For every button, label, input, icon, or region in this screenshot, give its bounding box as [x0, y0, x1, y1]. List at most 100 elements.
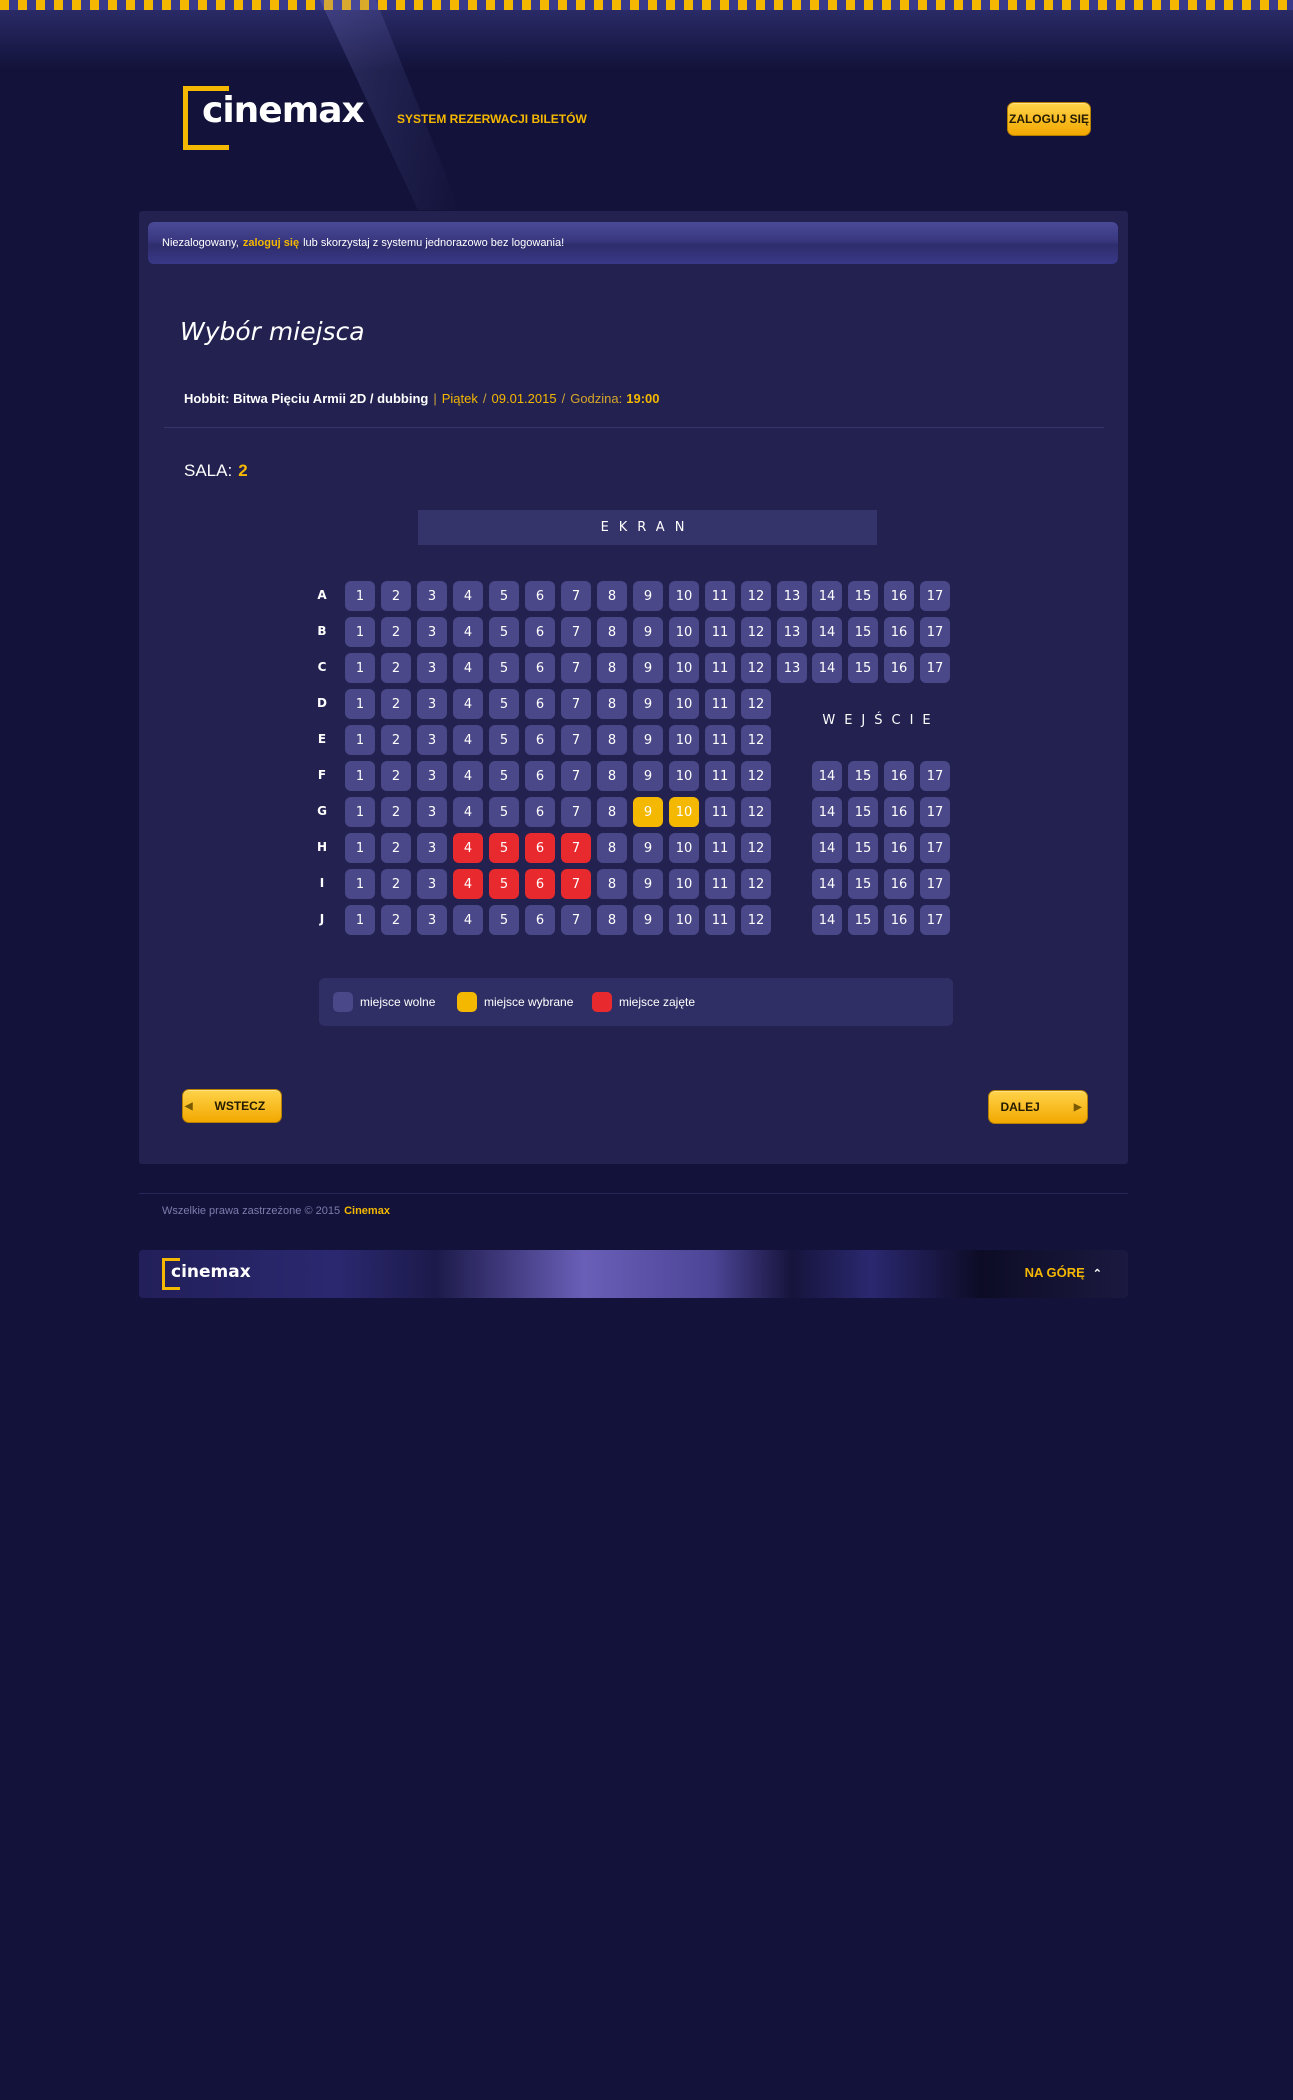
- back-to-top-link[interactable]: NA GÓRĘ ⌃: [1025, 1265, 1102, 1280]
- seat-free[interactable]: 2: [381, 761, 411, 791]
- seat-free[interactable]: 9: [633, 653, 663, 683]
- seat-free[interactable]: 1: [345, 617, 375, 647]
- seat-free[interactable]: 9: [633, 905, 663, 935]
- seat-free[interactable]: 2: [381, 833, 411, 863]
- seat-free[interactable]: 11: [705, 761, 735, 791]
- seat-taken[interactable]: 7: [561, 869, 591, 899]
- seat-free[interactable]: 2: [381, 689, 411, 719]
- seat-free[interactable]: 7: [561, 797, 591, 827]
- seat-free[interactable]: 8: [597, 581, 627, 611]
- seat-free[interactable]: 1: [345, 581, 375, 611]
- seat-free[interactable]: 10: [669, 761, 699, 791]
- login-button[interactable]: ZALOGUJ SIĘ: [1007, 102, 1091, 136]
- seat-free[interactable]: 6: [525, 653, 555, 683]
- seat-free[interactable]: 4: [453, 905, 483, 935]
- seat-free[interactable]: 10: [669, 725, 699, 755]
- seat-free[interactable]: 12: [741, 797, 771, 827]
- cinemax-logo[interactable]: cinemax: [180, 84, 365, 156]
- seat-free[interactable]: 3: [417, 725, 447, 755]
- seat-free[interactable]: 17: [920, 869, 950, 899]
- seat-free[interactable]: 17: [920, 797, 950, 827]
- seat-free[interactable]: 15: [848, 797, 878, 827]
- seat-free[interactable]: 16: [884, 869, 914, 899]
- seat-free[interactable]: 14: [812, 617, 842, 647]
- seat-free[interactable]: 8: [597, 905, 627, 935]
- seat-free[interactable]: 4: [453, 617, 483, 647]
- back-button[interactable]: ◀ WSTECZ: [182, 1089, 282, 1123]
- seat-free[interactable]: 2: [381, 581, 411, 611]
- seat-free[interactable]: 3: [417, 761, 447, 791]
- seat-free[interactable]: 10: [669, 689, 699, 719]
- seat-free[interactable]: 3: [417, 905, 447, 935]
- seat-free[interactable]: 15: [848, 869, 878, 899]
- seat-free[interactable]: 8: [597, 869, 627, 899]
- seat-free[interactable]: 1: [345, 833, 375, 863]
- seat-free[interactable]: 11: [705, 581, 735, 611]
- seat-free[interactable]: 17: [920, 833, 950, 863]
- seat-free[interactable]: 3: [417, 581, 447, 611]
- seat-free[interactable]: 4: [453, 581, 483, 611]
- seat-free[interactable]: 9: [633, 581, 663, 611]
- seat-free[interactable]: 10: [669, 617, 699, 647]
- seat-free[interactable]: 16: [884, 797, 914, 827]
- seat-free[interactable]: 4: [453, 725, 483, 755]
- next-button[interactable]: DALEJ ▶: [988, 1090, 1088, 1124]
- seat-free[interactable]: 12: [741, 689, 771, 719]
- seat-free[interactable]: 17: [920, 653, 950, 683]
- seat-free[interactable]: 14: [812, 833, 842, 863]
- seat-taken[interactable]: 4: [453, 869, 483, 899]
- seat-free[interactable]: 2: [381, 869, 411, 899]
- seat-free[interactable]: 1: [345, 689, 375, 719]
- seat-free[interactable]: 4: [453, 689, 483, 719]
- seat-free[interactable]: 12: [741, 833, 771, 863]
- seat-free[interactable]: 16: [884, 905, 914, 935]
- seat-free[interactable]: 17: [920, 581, 950, 611]
- seat-taken[interactable]: 5: [489, 833, 519, 863]
- seat-free[interactable]: 15: [848, 581, 878, 611]
- seat-free[interactable]: 17: [920, 905, 950, 935]
- seat-free[interactable]: 10: [669, 653, 699, 683]
- seat-taken[interactable]: 6: [525, 869, 555, 899]
- seat-free[interactable]: 5: [489, 797, 519, 827]
- seat-free[interactable]: 16: [884, 833, 914, 863]
- seat-free[interactable]: 12: [741, 869, 771, 899]
- seat-free[interactable]: 12: [741, 617, 771, 647]
- seat-free[interactable]: 6: [525, 905, 555, 935]
- seat-free[interactable]: 1: [345, 725, 375, 755]
- seat-free[interactable]: 6: [525, 761, 555, 791]
- seat-free[interactable]: 11: [705, 905, 735, 935]
- seat-taken[interactable]: 6: [525, 833, 555, 863]
- seat-free[interactable]: 7: [561, 761, 591, 791]
- seat-free[interactable]: 7: [561, 725, 591, 755]
- seat-free[interactable]: 6: [525, 617, 555, 647]
- seat-free[interactable]: 13: [777, 653, 807, 683]
- seat-free[interactable]: 11: [705, 725, 735, 755]
- seat-taken[interactable]: 4: [453, 833, 483, 863]
- seat-free[interactable]: 14: [812, 905, 842, 935]
- seat-free[interactable]: 15: [848, 653, 878, 683]
- seat-free[interactable]: 3: [417, 653, 447, 683]
- seat-free[interactable]: 15: [848, 761, 878, 791]
- seat-free[interactable]: 5: [489, 653, 519, 683]
- seat-free[interactable]: 2: [381, 725, 411, 755]
- seat-free[interactable]: 11: [705, 797, 735, 827]
- seat-free[interactable]: 11: [705, 617, 735, 647]
- seat-free[interactable]: 13: [777, 581, 807, 611]
- seat-free[interactable]: 6: [525, 725, 555, 755]
- seat-free[interactable]: 8: [597, 833, 627, 863]
- seat-free[interactable]: 17: [920, 617, 950, 647]
- seat-free[interactable]: 16: [884, 761, 914, 791]
- seat-taken[interactable]: 5: [489, 869, 519, 899]
- seat-free[interactable]: 8: [597, 797, 627, 827]
- seat-free[interactable]: 12: [741, 653, 771, 683]
- seat-free[interactable]: 7: [561, 617, 591, 647]
- seat-free[interactable]: 14: [812, 761, 842, 791]
- seat-free[interactable]: 9: [633, 869, 663, 899]
- seat-free[interactable]: 11: [705, 689, 735, 719]
- seat-free[interactable]: 2: [381, 797, 411, 827]
- footer-logo[interactable]: cinemax: [162, 1258, 252, 1290]
- seat-free[interactable]: 5: [489, 581, 519, 611]
- seat-free[interactable]: 14: [812, 653, 842, 683]
- seat-free[interactable]: 5: [489, 617, 519, 647]
- seat-free[interactable]: 9: [633, 833, 663, 863]
